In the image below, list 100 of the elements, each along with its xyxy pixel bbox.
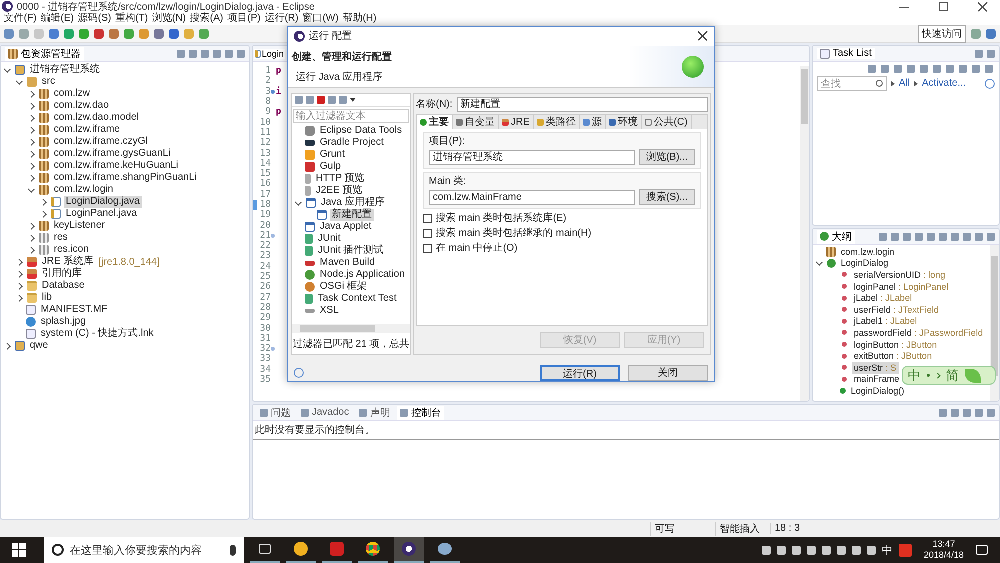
view-tab[interactable]: Task List: [817, 48, 875, 59]
tree-item[interactable]: com.lzw.dao: [52, 100, 112, 112]
close-button[interactable]: 关闭: [628, 365, 708, 381]
outline-item[interactable]: exitButton : JButton: [852, 350, 934, 362]
outline-item[interactable]: jLabel : JLabel: [852, 292, 914, 304]
input-method-indicator[interactable]: 中: [882, 542, 893, 558]
view-tab[interactable]: 控制台: [397, 406, 444, 420]
tab[interactable]: 主要: [417, 115, 453, 130]
view-tab[interactable]: 声明: [356, 406, 394, 420]
restore-icon[interactable]: [939, 2, 948, 10]
tree-item[interactable]: com.lzw.iframe.gysGuanLi: [52, 148, 173, 160]
java-perspective-icon[interactable]: [986, 28, 996, 38]
taskbar-app[interactable]: [394, 537, 424, 563]
tree-item[interactable]: src: [40, 76, 58, 88]
tree-item[interactable]: com.lzw.iframe.czyGl: [52, 136, 150, 148]
search-button[interactable]: 搜索(S)...: [639, 189, 695, 206]
tree-item[interactable]: com.lzw.iframe.keHuGuanLi: [52, 160, 180, 172]
view-tab[interactable]: Javadoc: [298, 407, 352, 418]
link[interactable]: All: [899, 78, 910, 89]
outline-item[interactable]: loginPanel : LoginPanel: [852, 280, 951, 293]
tree-item[interactable]: Maven Build: [318, 257, 378, 270]
ime-mode[interactable]: 简: [946, 366, 959, 384]
checkbox-option[interactable]: 在 main 中停止(O): [423, 242, 701, 254]
quick-access-field[interactable]: 快速访问: [918, 24, 966, 42]
outline-item[interactable]: LoginDialog: [839, 257, 891, 270]
windows-logo-icon[interactable]: [12, 543, 26, 557]
scrollbar[interactable]: [990, 245, 999, 401]
project-field[interactable]: 进销存管理系统: [429, 150, 636, 165]
outline-item[interactable]: userStr : S: [852, 362, 899, 374]
outline-item[interactable]: LoginDialog(): [849, 384, 907, 397]
perspective-icon[interactable]: [971, 28, 981, 38]
tree-item[interactable]: Grunt: [318, 149, 348, 162]
help-icon[interactable]: [294, 368, 304, 378]
tree-item[interactable]: JUnit 插件测试: [316, 245, 386, 258]
tree-item[interactable]: JRE 系统库: [40, 256, 96, 268]
fold-collapse-icon[interactable]: [271, 347, 275, 352]
tree-item[interactable]: Java 应用程序: [319, 197, 387, 210]
scrollbar[interactable]: [292, 324, 410, 333]
notification-icon[interactable]: [976, 545, 988, 555]
tree-item[interactable]: com.lzw: [52, 88, 92, 100]
tree-item[interactable]: res: [52, 232, 70, 244]
tree-item[interactable]: lib: [40, 292, 54, 304]
tree-item[interactable]: Node.js Application: [318, 269, 408, 282]
tree-item[interactable]: Gradle Project: [318, 137, 386, 150]
tree-item[interactable]: Task Context Test: [316, 293, 399, 306]
menu-item[interactable]: 文件(F): [2, 13, 39, 25]
app-icon[interactable]: [898, 544, 912, 556]
tree-item[interactable]: Eclipse Data Tools: [318, 125, 404, 138]
menu-item[interactable]: 编辑(E): [38, 13, 76, 25]
view-tab[interactable]: 包资源管理器: [5, 46, 84, 60]
menu-item[interactable]: 运行(R): [262, 13, 301, 25]
tree-item[interactable]: XSL: [318, 305, 341, 318]
menu-item[interactable]: 搜索(A): [188, 13, 226, 25]
outline-item[interactable]: loginButton : JButton: [852, 338, 940, 351]
tree-item[interactable]: com.lzw.login: [52, 184, 116, 196]
tree-item[interactable]: HTTP 预览: [314, 173, 367, 186]
editor-tab[interactable]: Login: [254, 48, 286, 58]
tree-item[interactable]: res.icon: [52, 244, 92, 256]
menu-item[interactable]: 窗口(W): [300, 13, 341, 25]
checkbox-option[interactable]: 搜索 main 类时包括系统库(E): [423, 212, 701, 224]
tree-item[interactable]: qwe: [28, 340, 50, 352]
close-icon[interactable]: [698, 31, 708, 42]
scrollbar[interactable]: [800, 66, 809, 401]
tree-item[interactable]: J2EE 预览: [314, 185, 365, 198]
link[interactable]: Activate...: [922, 78, 966, 89]
fold-expand-icon[interactable]: [271, 90, 275, 94]
fold-collapse-icon[interactable]: [271, 234, 275, 238]
tree-item[interactable]: 新建配置: [330, 209, 374, 222]
tree-item[interactable]: system (C) - 快捷方式.lnk: [39, 328, 156, 340]
tree-item[interactable]: OSGi 框架: [318, 281, 370, 294]
ime-mode[interactable]: 中: [908, 366, 921, 384]
help-icon[interactable]: [985, 78, 995, 88]
outline-item[interactable]: passwordField : JPasswordField: [852, 326, 986, 339]
tree-item[interactable]: splash.jpg: [39, 316, 88, 328]
tree-item[interactable]: Gulp: [318, 161, 344, 174]
search-field[interactable]: 在这里输入你要搜索的内容: [44, 537, 244, 563]
outline-item[interactable]: userField : JTextField: [852, 304, 942, 316]
tree-item[interactable]: com.lzw.iframe: [52, 124, 122, 136]
menu-item[interactable]: 浏览(N): [150, 13, 188, 25]
menu-item[interactable]: 项目(P): [225, 13, 263, 25]
run-button[interactable]: 运行(R): [540, 365, 620, 381]
menu-item[interactable]: 源码(S): [76, 13, 114, 25]
menu-item[interactable]: 重构(T): [113, 13, 150, 25]
outline-item[interactable]: mainFrame: [852, 373, 902, 386]
ime-toolbar[interactable]: 中 简: [902, 366, 996, 385]
tree-item[interactable]: LoginDialog.java: [64, 196, 142, 208]
clock[interactable]: 13:47 2018/4/18: [918, 539, 970, 561]
main-class-field[interactable]: com.lzw.MainFrame: [429, 190, 636, 205]
tree-item[interactable]: 引用的库: [40, 268, 84, 280]
outline-item[interactable]: com.lzw.login: [839, 246, 897, 258]
search-field[interactable]: 查找: [817, 76, 887, 91]
tree-item[interactable]: com.lzw.iframe.shangPinGuanLi: [52, 172, 199, 184]
tree-item[interactable]: com.lzw.dao.model: [52, 112, 142, 124]
tree-item[interactable]: Database: [40, 280, 87, 292]
browse-button[interactable]: 浏览(B)...: [639, 149, 695, 166]
chevron-icon[interactable]: [935, 372, 941, 378]
menu-item[interactable]: 帮助(H): [340, 13, 379, 25]
tree-item[interactable]: JUnit: [316, 233, 343, 246]
filter-field[interactable]: 输入过滤器文本: [293, 109, 409, 124]
tree-item[interactable]: LoginPanel.java: [64, 208, 140, 220]
